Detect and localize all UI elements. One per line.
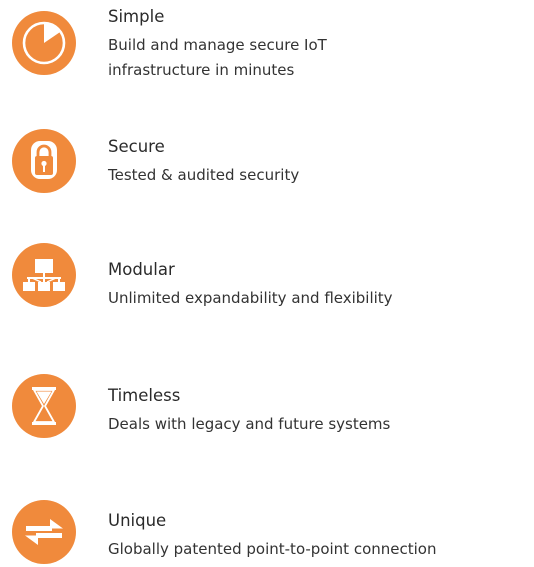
feature-description-line: Globally patented point-to-point connect…: [108, 540, 437, 558]
bidirectional-arrows-icon: [12, 500, 76, 564]
feature-title: Timeless: [108, 386, 181, 405]
stopwatch-icon: [12, 11, 76, 75]
feature-description-line: Tested & audited security: [108, 166, 300, 184]
feature-description: Tested & audited security: [108, 163, 299, 188]
feature-title: Secure: [108, 137, 165, 156]
feature-title: Unique: [108, 511, 167, 530]
feature-description-line: Build and manage secure IoT: [108, 36, 327, 54]
feature-title: Modular: [108, 260, 175, 279]
feature-description: Globally patented point-to-point connect…: [108, 537, 436, 562]
padlock-icon: [12, 129, 76, 193]
feature-text: Simple Build and manage secure IoT infra…: [108, 6, 327, 83]
feature-text: Modular Unlimited expandability and flex…: [108, 259, 393, 311]
network-hierarchy-icon: [12, 243, 76, 307]
hourglass-icon: [12, 374, 76, 438]
feature-description-line: infrastructure in minutes: [108, 61, 295, 79]
feature-description: Build and manage secure IoT infrastructu…: [108, 33, 327, 83]
feature-text: Unique Globally patented point-to-point …: [108, 510, 436, 562]
feature-text: Timeless Deals with legacy and future sy…: [108, 385, 390, 437]
feature-description: Unlimited expandability and flexibility: [108, 286, 393, 311]
feature-text: Secure Tested & audited security: [108, 136, 299, 188]
feature-title: Simple: [108, 7, 165, 26]
feature-description-line: Deals with legacy and future systems: [108, 415, 391, 433]
feature-description-line: Unlimited expandability and flexibility: [108, 289, 393, 307]
feature-description: Deals with legacy and future systems: [108, 412, 390, 437]
